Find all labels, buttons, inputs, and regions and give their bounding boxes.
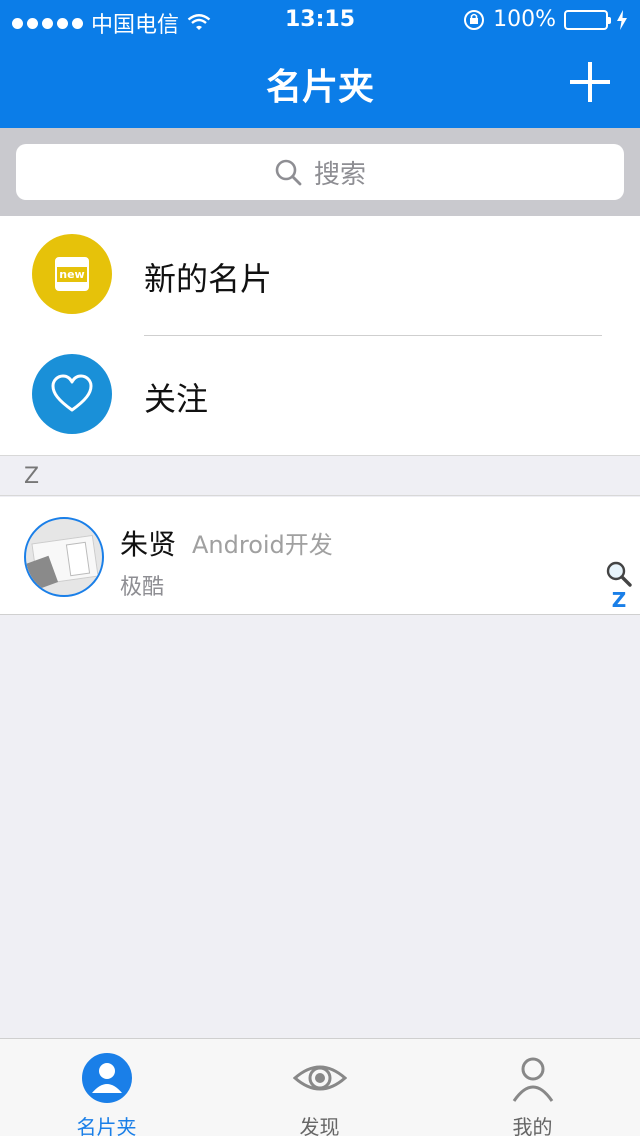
menu-item-follow[interactable]: 关注	[0, 336, 640, 456]
tab-cards[interactable]: 名片夹	[0, 1039, 213, 1136]
menu-item-label: 关注	[144, 380, 209, 418]
menu-item-label: 新的名片	[144, 260, 273, 298]
charging-icon	[617, 9, 627, 30]
profile-icon	[512, 1057, 554, 1102]
new-card-icon: new	[32, 234, 112, 314]
status-bar: 中国电信 13:15 100%	[0, 0, 640, 40]
tab-discover[interactable]: 发现	[213, 1039, 426, 1136]
new-badge-text: new	[57, 266, 87, 282]
index-bar[interactable]: Z	[602, 560, 636, 612]
avatar	[24, 517, 104, 597]
page-title: 名片夹	[265, 67, 374, 108]
menu-list: new 新的名片 关注	[0, 216, 640, 456]
menu-item-new-cards[interactable]: new 新的名片	[0, 216, 640, 336]
search-bar: 搜索	[0, 128, 640, 216]
tab-label: 名片夹	[76, 1115, 137, 1136]
index-letter[interactable]: Z	[612, 588, 627, 612]
person-icon	[82, 1053, 132, 1103]
battery-icon	[564, 9, 611, 30]
battery-percent: 100%	[493, 7, 556, 32]
search-input[interactable]: 搜索	[16, 144, 624, 200]
nav-header: 中国电信 13:15 100% 名片夹	[0, 0, 640, 128]
section-header: Z	[0, 456, 640, 496]
tab-me[interactable]: 我的	[426, 1039, 639, 1136]
contact-name: 朱贤	[120, 528, 177, 561]
rotation-lock-icon	[464, 9, 485, 30]
tab-bar: 名片夹 发现 我的	[0, 1038, 640, 1136]
search-icon	[275, 159, 302, 186]
add-button[interactable]	[570, 62, 610, 102]
contact-row[interactable]: 朱贤 Android开发 极酷	[0, 497, 640, 615]
search-placeholder: 搜索	[313, 159, 366, 190]
tab-label: 我的	[512, 1115, 553, 1136]
contact-title: Android开发	[192, 531, 333, 559]
heart-icon	[32, 354, 112, 434]
search-icon[interactable]	[605, 560, 633, 588]
contact-company: 极酷	[120, 575, 165, 600]
eye-icon	[293, 1065, 347, 1091]
tab-label: 发现	[299, 1115, 340, 1136]
